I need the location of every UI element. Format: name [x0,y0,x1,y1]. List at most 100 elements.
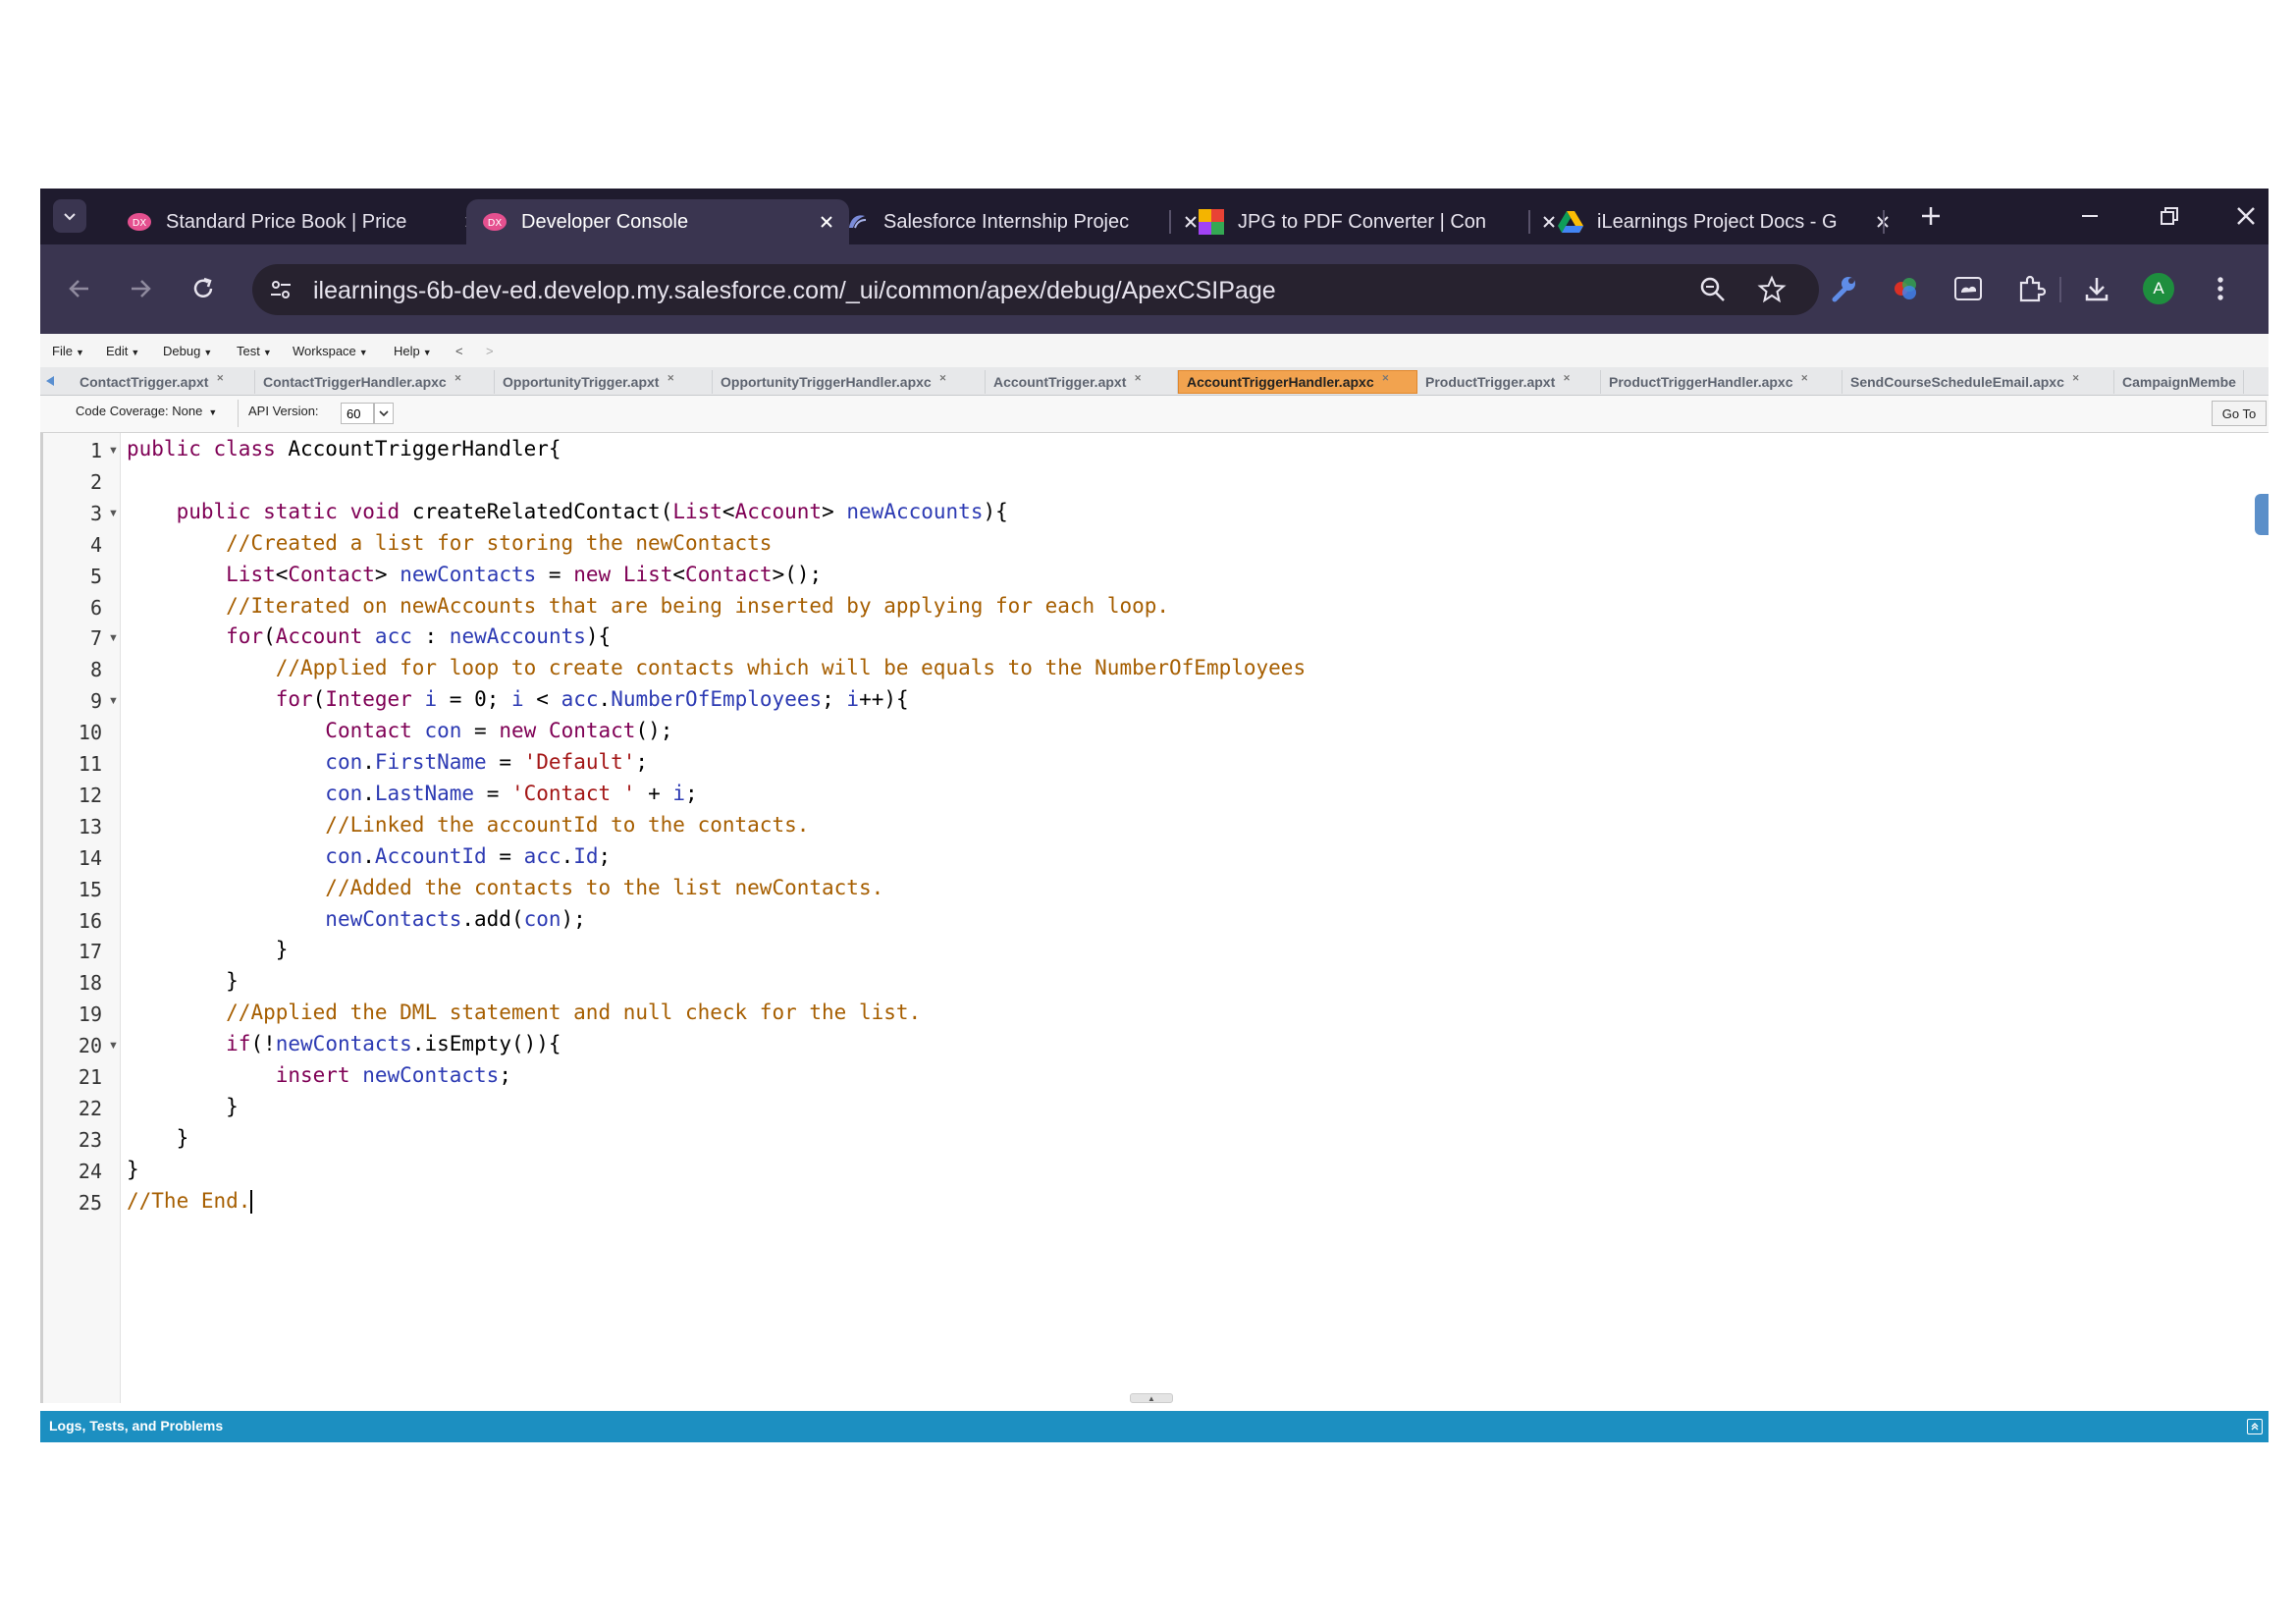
line-number: 19 [78,1002,102,1027]
chevron-down-icon [379,410,389,417]
zoom-icon[interactable] [1699,276,1727,308]
menu-test[interactable]: Test ▼ [237,344,272,358]
file-tab-contacttriggerhandler[interactable]: ContactTriggerHandler.apxc ✕ [255,370,495,394]
code-line: con.AccountId = acc.Id; [325,843,612,868]
tab-ilearnings-docs[interactable]: iLearnings Project Docs - G [1542,199,1905,244]
fold-toggle-icon[interactable]: ▼ [108,1040,119,1052]
close-window-button[interactable] [2226,198,2266,234]
caret-down-icon: ▼ [422,348,432,357]
browser-menu-button[interactable] [2201,269,2240,308]
file-tab-sendcoursescheduleemail[interactable]: SendCourseScheduleEmail.apxc ✕ [1842,370,2114,394]
fold-toggle-icon[interactable]: ▼ [108,632,119,644]
nav-forward-button[interactable]: > [486,344,494,358]
code-line: public static void createRelatedContact(… [176,499,1008,523]
file-tab-label: ProductTrigger.apxt [1425,374,1556,390]
address-bar[interactable]: ilearnings-6b-dev-ed.develop.my.salesfor… [252,264,1819,315]
caret-down-icon: ▼ [262,348,272,357]
menu-workspace[interactable]: Workspace ▼ [293,344,368,358]
code-line: //Created a list for storing the newCont… [226,530,773,555]
close-icon[interactable]: ✕ [1382,373,1390,384]
tab-jpg-to-pdf[interactable]: JPG to PDF Converter | Con [1183,199,1572,244]
menu-debug[interactable]: Debug ▼ [163,344,212,358]
tab-title: Standard Price Book | Price [166,210,407,233]
tab-search-button[interactable] [53,199,86,233]
bookmark-star-icon[interactable] [1757,275,1787,309]
caret-up-icon: ▲ [1148,1393,1155,1403]
scroll-left-icon[interactable] [43,374,57,388]
extension-wrench-icon[interactable] [1824,269,1863,308]
close-icon[interactable]: ✕ [216,373,224,384]
url-text: ilearnings-6b-dev-ed.develop.my.salesfor… [313,277,1276,304]
tab-salesforce-internship[interactable]: Salesforce Internship Projec [828,199,1213,244]
reload-button[interactable] [184,269,223,308]
minimize-button[interactable] [2070,198,2109,234]
expand-panel-icon[interactable] [2247,1419,2263,1434]
profile-avatar[interactable]: A [2139,269,2178,308]
extensions-puzzle-icon[interactable] [2011,269,2051,308]
download-icon[interactable] [2077,269,2116,308]
code-line: } [127,1125,189,1150]
text-cursor [250,1189,253,1214]
file-tab-label: AccountTriggerHandler.apxc [1187,374,1374,390]
menu-label: Workspace [293,344,356,358]
restore-button[interactable] [2150,198,2189,234]
file-tab-campaignmember[interactable]: CampaignMembe [2114,370,2244,394]
menu-label: Test [237,344,260,358]
api-version-dropdown[interactable] [374,403,394,424]
line-number: 11 [78,752,102,776]
code-editor[interactable]: 1 ▼ 2 3 ▼ 4 5 6 7 ▼ 8 9 ▼ 10 11 12 13 14 15 16 17 18 19 20 ▼ 21 22… [40,433,2269,1403]
avatar: A [2141,271,2176,306]
browser-window: DX Standard Price Book | Price DX Develo… [40,189,2269,1442]
fold-toggle-icon[interactable]: ▼ [108,508,119,519]
code-line: //Applied the DML statement and null che… [226,1001,922,1025]
file-tab-opportunitytriggerhandler[interactable]: OpportunityTriggerHandler.apxc ✕ [713,370,986,394]
tab-developer-console[interactable]: DX Developer Console [466,199,849,244]
file-tab-label: OpportunityTriggerHandler.apxc [721,374,932,390]
svg-text:DX: DX [133,218,147,229]
line-number: 2 [89,469,102,494]
menu-help[interactable]: Help ▼ [394,344,432,358]
file-tab-accounttrigger[interactable]: AccountTrigger.apxt ✕ [986,370,1178,394]
fold-toggle-icon[interactable]: ▼ [108,695,119,707]
code-coverage-select[interactable]: Code Coverage: None ▼ [76,404,217,418]
site-settings-icon[interactable] [268,277,294,307]
code-line: insert newContacts; [275,1063,511,1087]
new-tab-button[interactable] [1911,198,1950,234]
line-number: 7 [89,626,102,651]
console-menu-bar: File ▼ Edit ▼ Debug ▼ Test ▼ Workspace ▼ Help… [40,334,2269,367]
line-number: 24 [78,1159,102,1183]
menu-edit[interactable]: Edit ▼ [106,344,139,358]
forward-button[interactable] [121,269,160,308]
file-tab-label: AccountTrigger.apxt [993,374,1127,390]
resize-handle[interactable]: ▲ [1130,1393,1173,1403]
back-button[interactable] [60,269,99,308]
close-icon[interactable]: ✕ [1134,373,1142,384]
close-icon[interactable]: ✕ [667,373,674,384]
file-tab-label: OpportunityTrigger.apxt [503,374,660,390]
api-version-input[interactable]: 60 [341,403,374,424]
close-icon[interactable]: ✕ [2072,373,2080,384]
close-icon[interactable]: ✕ [1563,373,1571,384]
fold-toggle-icon[interactable]: ▼ [108,445,119,457]
menu-file[interactable]: File ▼ [52,344,84,358]
line-number: 3 [89,501,102,525]
goto-button[interactable]: Go To [2212,401,2267,426]
browser-toolbar: ilearnings-6b-dev-ed.develop.my.salesfor… [40,244,2269,334]
close-icon[interactable]: ✕ [1801,373,1809,384]
file-tab-producttriggerhandler[interactable]: ProductTriggerHandler.apxc ✕ [1601,370,1842,394]
close-icon[interactable]: ✕ [939,373,947,384]
logs-panel-bar[interactable]: Logs, Tests, and Problems [40,1411,2269,1442]
extension-cloud-icon[interactable] [1949,269,1988,308]
toolbar-divider [238,400,239,427]
svg-text:DX: DX [488,218,503,229]
file-tab-producttrigger[interactable]: ProductTrigger.apxt ✕ [1417,370,1601,394]
file-tab-accounttriggerhandler[interactable]: AccountTriggerHandler.apxc ✕ [1178,370,1417,394]
side-panel-toggle[interactable] [2255,494,2269,535]
restore-icon [2161,207,2178,225]
close-icon[interactable]: ✕ [454,373,462,384]
tab-standard-price-book[interactable]: DX Standard Price Book | Price [111,199,494,244]
extension-color-icon[interactable] [1886,269,1925,308]
file-tab-contacttrigger[interactable]: ContactTrigger.apxt ✕ [72,370,255,394]
nav-back-button[interactable]: < [455,344,463,358]
file-tab-opportunitytrigger[interactable]: OpportunityTrigger.apxt ✕ [495,370,713,394]
